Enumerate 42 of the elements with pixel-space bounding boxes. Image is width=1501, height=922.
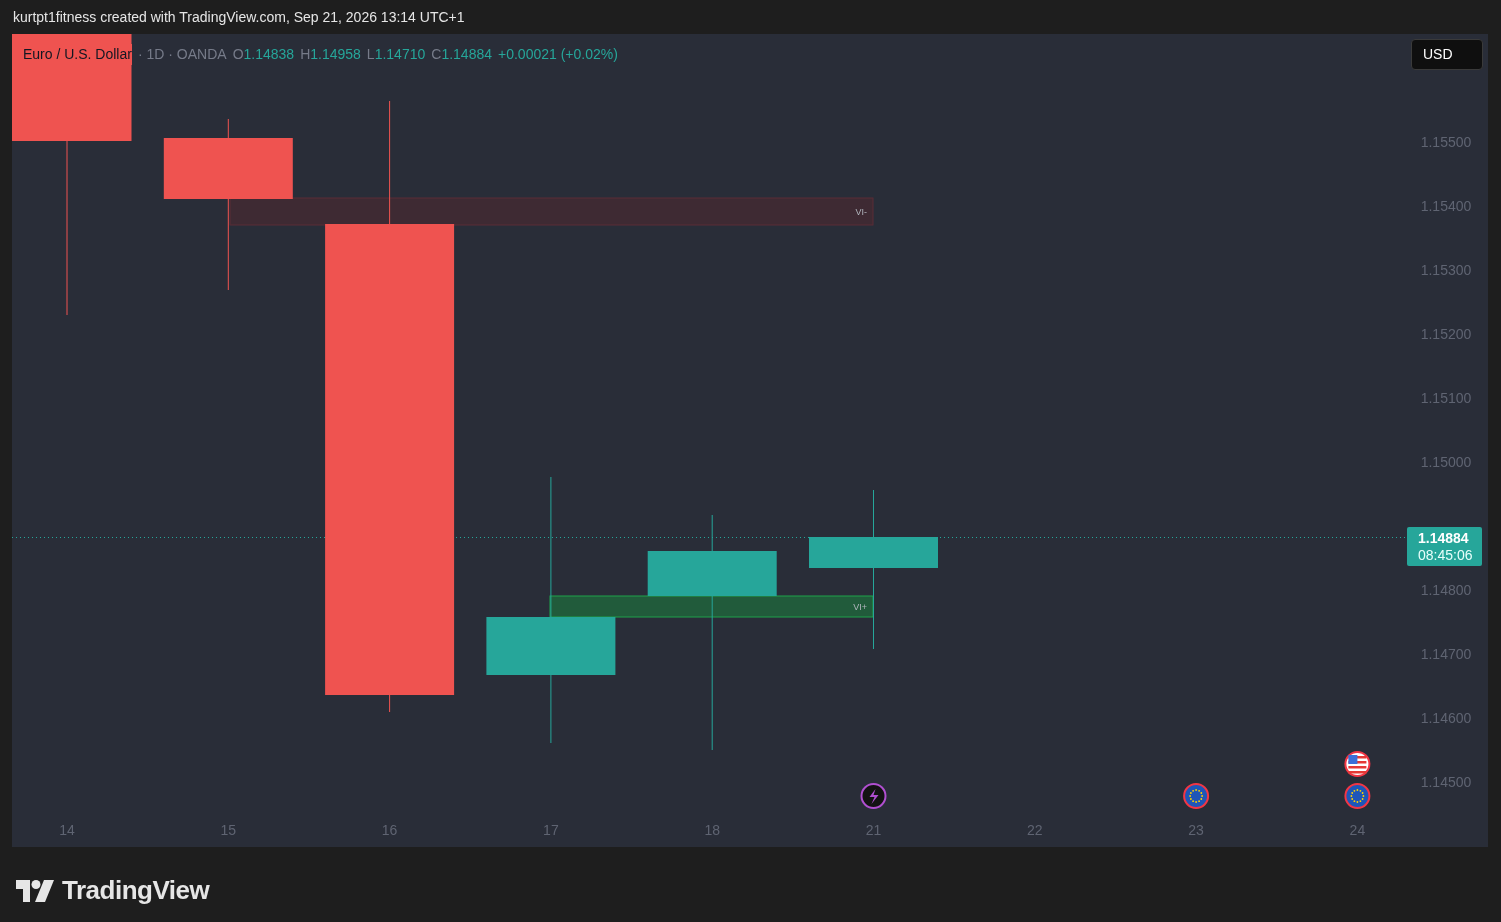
ohlc-value: 1.14710 xyxy=(374,45,426,64)
date-label: 24 xyxy=(1349,822,1366,838)
ohlc-value: 1.14838 xyxy=(243,45,295,64)
interval-exchange-text: · 1D · OANDA xyxy=(137,45,227,64)
price-tick: 1.14500 xyxy=(1420,774,1472,790)
date-label: 18 xyxy=(704,822,720,838)
price-tick: 1.15500 xyxy=(1420,134,1472,150)
ohlc-label: L xyxy=(366,45,375,64)
date-label: 22 xyxy=(1027,822,1043,838)
change-value: +0.00021 (+0.02%) xyxy=(498,45,618,64)
date-label: 21 xyxy=(865,822,882,838)
lightning-icon[interactable] xyxy=(860,783,887,809)
price-tick: 1.15400 xyxy=(1420,198,1472,214)
price-tick: 1.14700 xyxy=(1420,646,1472,662)
date-label: 23 xyxy=(1188,822,1204,838)
ohlc-label: H xyxy=(300,45,311,64)
zone-label: VI- xyxy=(855,206,867,217)
header-text: kurtpt1fitness created with TradingView.com, Sep 21, 2026 13:14 UTC+1 xyxy=(13,7,465,27)
us-flag-icon[interactable] xyxy=(1344,751,1371,777)
symbol-name: Euro / U.S. Dollar xyxy=(23,44,132,65)
price-tick: 1.14600 xyxy=(1420,710,1472,726)
ohlc-value: 1.14884 xyxy=(441,45,492,64)
price-tick: 1.15200 xyxy=(1420,326,1472,342)
price-tick: 1.14800 xyxy=(1420,582,1472,598)
date-label: 16 xyxy=(381,822,398,838)
countdown-text: 08:45:06 xyxy=(1418,546,1474,564)
logo-icon xyxy=(16,879,54,902)
ohlc-value: 1.14958 xyxy=(310,45,361,64)
ohlc-label: C xyxy=(431,45,442,64)
price-tick: 1.15300 xyxy=(1420,262,1472,278)
date-label: 14 xyxy=(59,822,75,838)
zone-label: VI+ xyxy=(853,601,867,612)
currency-button[interactable]: USD xyxy=(1411,39,1483,70)
price-tick: 1.15000 xyxy=(1420,454,1472,470)
date-label: 17 xyxy=(543,822,559,838)
logo-text: TradingView xyxy=(62,874,210,907)
eu-flag-icon[interactable] xyxy=(1344,783,1371,809)
date-label: 15 xyxy=(220,822,237,838)
eu-flag-icon[interactable] xyxy=(1183,783,1210,809)
price-value: 1.14884 xyxy=(1418,529,1470,547)
price-tick: 1.15100 xyxy=(1420,390,1472,406)
ohlc-label: O xyxy=(232,45,244,64)
